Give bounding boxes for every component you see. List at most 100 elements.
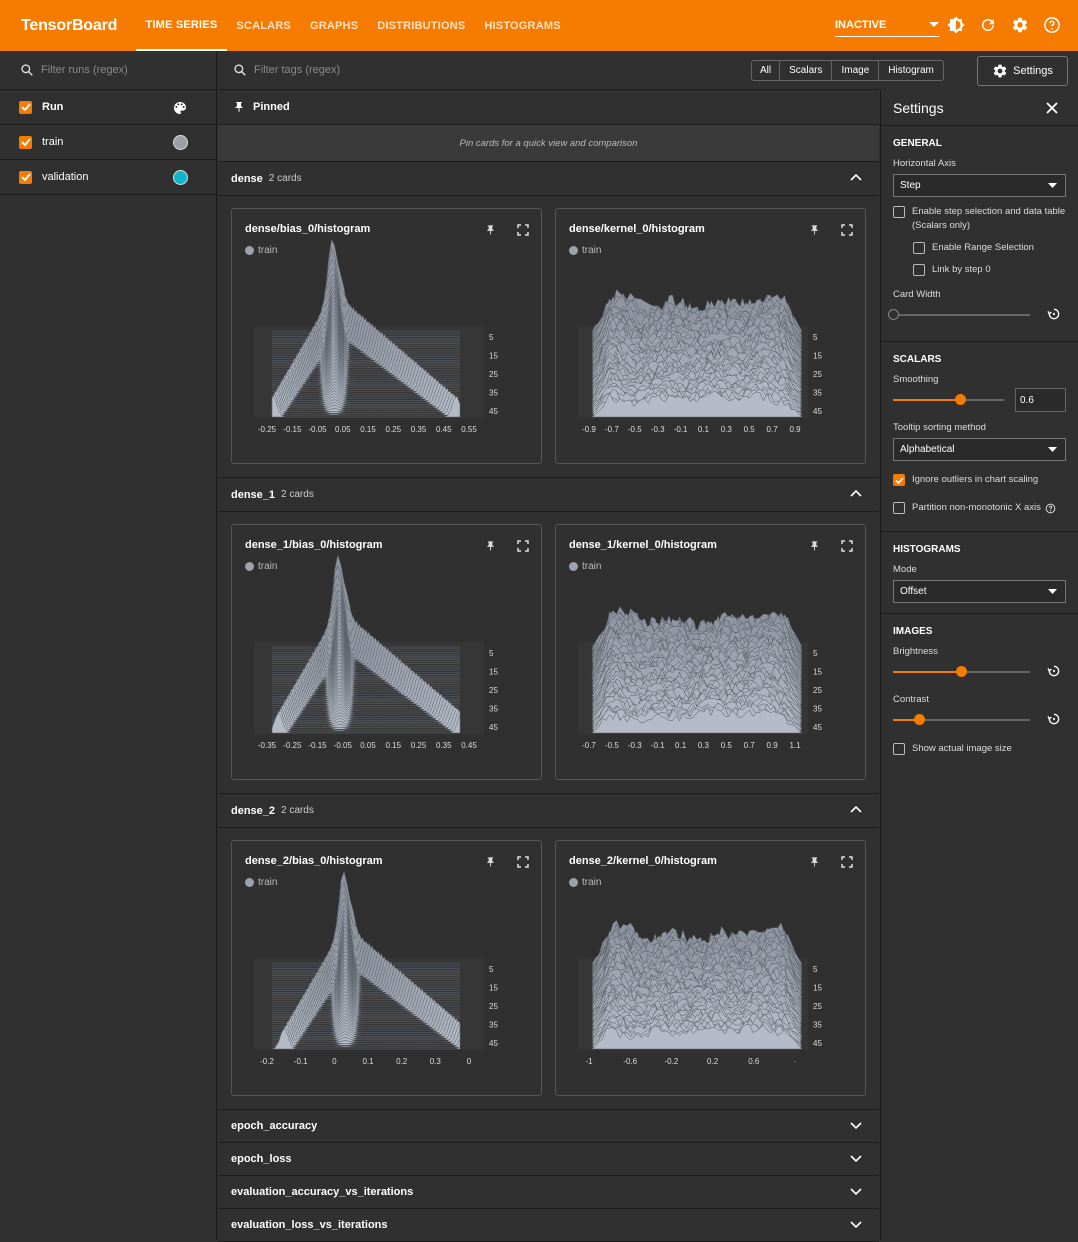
palette-icon[interactable] bbox=[172, 100, 188, 119]
card-title: dense_2/bias_0/histogram bbox=[245, 855, 383, 867]
x-tick-label: 0.9 bbox=[789, 425, 801, 434]
option-label: Show actual image size bbox=[912, 743, 1012, 754]
x-tick-label: 0.55 bbox=[461, 425, 477, 434]
tooltip-sorting-select[interactable]: Alphabetical bbox=[893, 438, 1066, 461]
search-icon bbox=[234, 64, 246, 76]
x-tick-label: 0.25 bbox=[411, 741, 427, 750]
pin-icon bbox=[235, 102, 243, 112]
group-header-evaluation-accuracy[interactable]: evaluation_accuracy_vs_iterations bbox=[218, 1176, 879, 1209]
reset-icon[interactable] bbox=[1046, 711, 1062, 727]
run-row-train[interactable]: train bbox=[0, 125, 216, 160]
fullscreen-icon[interactable] bbox=[517, 223, 529, 241]
actual-image-size-option[interactable]: Show actual image size bbox=[893, 742, 1066, 756]
pinned-title: Pinned bbox=[253, 101, 290, 113]
tag-filter-input[interactable]: Filter tags (regex) bbox=[254, 64, 340, 76]
help-circle-icon[interactable] bbox=[1045, 503, 1056, 514]
group-header-dense[interactable]: dense 2 cards bbox=[218, 162, 879, 196]
pin-card-icon[interactable] bbox=[485, 855, 496, 873]
step-selection-option[interactable]: Enable step selection and data table (Sc… bbox=[893, 205, 1066, 233]
group-header-epoch-loss[interactable]: epoch_loss bbox=[218, 1143, 879, 1176]
y-tick-label: 35 bbox=[489, 1021, 498, 1030]
range-selection-checkbox[interactable] bbox=[913, 242, 925, 254]
filter-all-button[interactable]: All bbox=[752, 61, 779, 80]
run-train-color-swatch[interactable] bbox=[173, 134, 188, 150]
histogram-mode-select[interactable]: Offset bbox=[893, 580, 1066, 603]
slider-knob[interactable] bbox=[914, 714, 925, 725]
tab-distributions[interactable]: DISTRIBUTIONS bbox=[368, 0, 475, 51]
step-selection-checkbox[interactable] bbox=[893, 206, 905, 218]
tab-time-series[interactable]: TIME SERIES bbox=[136, 0, 227, 51]
settings-panel: Settings GENERAL Horizontal Axis Step En… bbox=[880, 90, 1078, 1240]
y-tick-label: 45 bbox=[813, 723, 822, 732]
pinned-empty-note: Pin cards for a quick view and compariso… bbox=[218, 125, 879, 162]
option-label: Enable Range Selection bbox=[932, 242, 1034, 253]
theme-toggle-icon[interactable] bbox=[946, 15, 966, 35]
fullscreen-icon[interactable] bbox=[841, 539, 853, 557]
brightness-slider[interactable] bbox=[893, 662, 1066, 682]
pin-card-icon[interactable] bbox=[485, 539, 496, 557]
y-tick-label: 15 bbox=[489, 984, 498, 993]
run-filter[interactable]: Filter runs (regex) bbox=[0, 51, 216, 90]
partition-x-axis-checkbox[interactable] bbox=[893, 502, 905, 514]
reload-icon[interactable] bbox=[978, 15, 998, 35]
group-header-epoch-accuracy[interactable]: epoch_accuracy bbox=[218, 1110, 879, 1143]
tab-histograms[interactable]: HISTOGRAMS bbox=[475, 0, 570, 51]
filter-image-button[interactable]: Image bbox=[831, 61, 878, 80]
reset-icon[interactable] bbox=[1046, 306, 1062, 322]
help-icon[interactable] bbox=[1042, 15, 1062, 35]
fullscreen-icon[interactable] bbox=[841, 855, 853, 873]
run-filter-placeholder: Filter runs (regex) bbox=[41, 64, 128, 76]
settings-gear-icon[interactable] bbox=[1010, 15, 1030, 35]
fullscreen-icon[interactable] bbox=[841, 223, 853, 241]
x-tick-label: -0.1 bbox=[651, 741, 665, 750]
filter-scalars-button[interactable]: Scalars bbox=[779, 61, 831, 80]
slider-knob[interactable] bbox=[955, 394, 966, 405]
pin-card-icon[interactable] bbox=[809, 223, 820, 241]
pin-card-icon[interactable] bbox=[809, 855, 820, 873]
x-tick-label: 0.05 bbox=[360, 741, 376, 750]
ignore-outliers-checkbox[interactable] bbox=[893, 474, 905, 486]
slider-knob[interactable] bbox=[956, 666, 967, 677]
smoothing-value-input[interactable]: 0.6 bbox=[1015, 388, 1066, 412]
run-validation-color-swatch[interactable] bbox=[173, 169, 188, 185]
filter-histogram-button[interactable]: Histogram bbox=[878, 61, 943, 80]
actual-image-size-checkbox[interactable] bbox=[893, 743, 905, 755]
run-train-checkbox[interactable] bbox=[19, 135, 32, 149]
group-name: dense bbox=[231, 172, 263, 185]
x-tick-label: -0.6 bbox=[623, 1057, 637, 1066]
horizontal-axis-select[interactable]: Step bbox=[893, 174, 1066, 197]
tab-graphs[interactable]: GRAPHS bbox=[300, 0, 367, 51]
fullscreen-icon[interactable] bbox=[517, 855, 529, 873]
nav-tabs: TIME SERIES SCALARS GRAPHS DISTRIBUTIONS… bbox=[136, 0, 570, 51]
link-by-step-option[interactable]: Link by step 0 bbox=[913, 263, 1066, 277]
x-tick-label: -1 bbox=[585, 1057, 593, 1066]
contrast-slider[interactable] bbox=[893, 710, 1066, 730]
select-all-runs-checkbox[interactable] bbox=[19, 100, 32, 114]
smoothing-slider[interactable]: 0.6 bbox=[893, 388, 1066, 412]
partition-x-axis-option[interactable]: Partition non-monotonic X axis bbox=[893, 501, 1066, 515]
x-tick-label: 1.1 bbox=[789, 741, 801, 750]
settings-button[interactable]: Settings bbox=[977, 56, 1068, 86]
section-title: GENERAL bbox=[893, 138, 942, 149]
pin-card-icon[interactable] bbox=[485, 223, 496, 241]
group-header-dense-2[interactable]: dense_2 2 cards bbox=[218, 794, 879, 828]
fullscreen-icon[interactable] bbox=[517, 539, 529, 557]
chevron-up-icon bbox=[850, 489, 862, 497]
pin-card-icon[interactable] bbox=[809, 539, 820, 557]
card-width-slider[interactable] bbox=[888, 305, 1066, 325]
close-icon[interactable] bbox=[1046, 102, 1058, 114]
ignore-outliers-option[interactable]: Ignore outliers in chart scaling bbox=[893, 473, 1066, 487]
reset-icon[interactable] bbox=[1046, 663, 1062, 679]
group-name: evaluation_loss_vs_iterations bbox=[231, 1219, 388, 1231]
card-legend: train bbox=[245, 877, 277, 888]
inactive-plugin-select[interactable]: INACTIVE bbox=[835, 13, 939, 37]
link-by-step-checkbox[interactable] bbox=[913, 264, 925, 276]
slider-knob[interactable] bbox=[888, 309, 899, 320]
tab-scalars[interactable]: SCALARS bbox=[227, 0, 301, 51]
run-validation-checkbox[interactable] bbox=[19, 170, 32, 184]
group-header-dense-1[interactable]: dense_1 2 cards bbox=[218, 478, 879, 512]
run-row-validation[interactable]: validation bbox=[0, 160, 216, 195]
x-tick-label: 0.3 bbox=[721, 425, 733, 434]
range-selection-option[interactable]: Enable Range Selection bbox=[913, 241, 1066, 255]
group-header-evaluation-loss[interactable]: evaluation_loss_vs_iterations bbox=[218, 1209, 879, 1242]
